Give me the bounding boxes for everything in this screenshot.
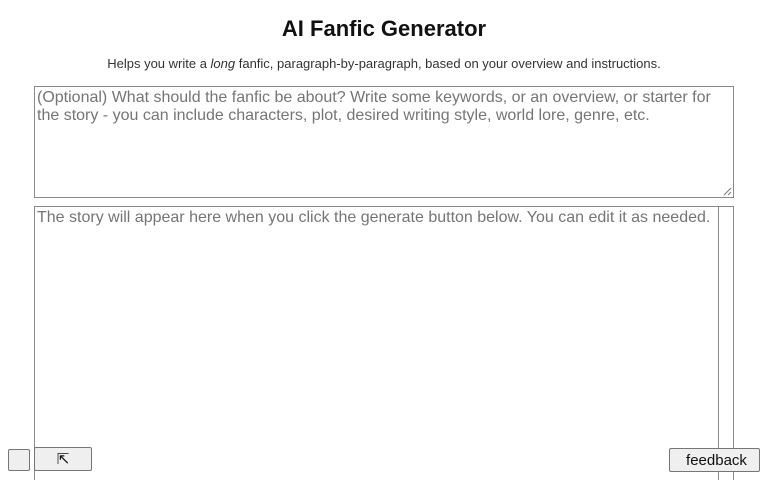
menu-button[interactable]: [8, 449, 30, 471]
expand-corner-icon: ⇱: [56, 450, 70, 468]
story-output[interactable]: [35, 207, 719, 480]
subtitle-text-end: fanfic, paragraph-by-paragraph, based on…: [235, 56, 661, 71]
feedback-button[interactable]: feedback: [669, 448, 760, 472]
subtitle-emphasis: long: [210, 56, 236, 71]
story-scrollbar[interactable]: [719, 207, 733, 480]
overview-input[interactable]: [34, 86, 734, 198]
page-subtitle: Helps you write a long fanfic, paragraph…: [0, 56, 768, 72]
feedback-label: feedback: [686, 451, 747, 469]
story-panel: [34, 206, 734, 480]
subtitle-text-start: Helps you write a: [107, 56, 211, 71]
expand-button[interactable]: ⇱: [34, 447, 92, 471]
page-title: AI Fanfic Generator: [281, 16, 487, 41]
